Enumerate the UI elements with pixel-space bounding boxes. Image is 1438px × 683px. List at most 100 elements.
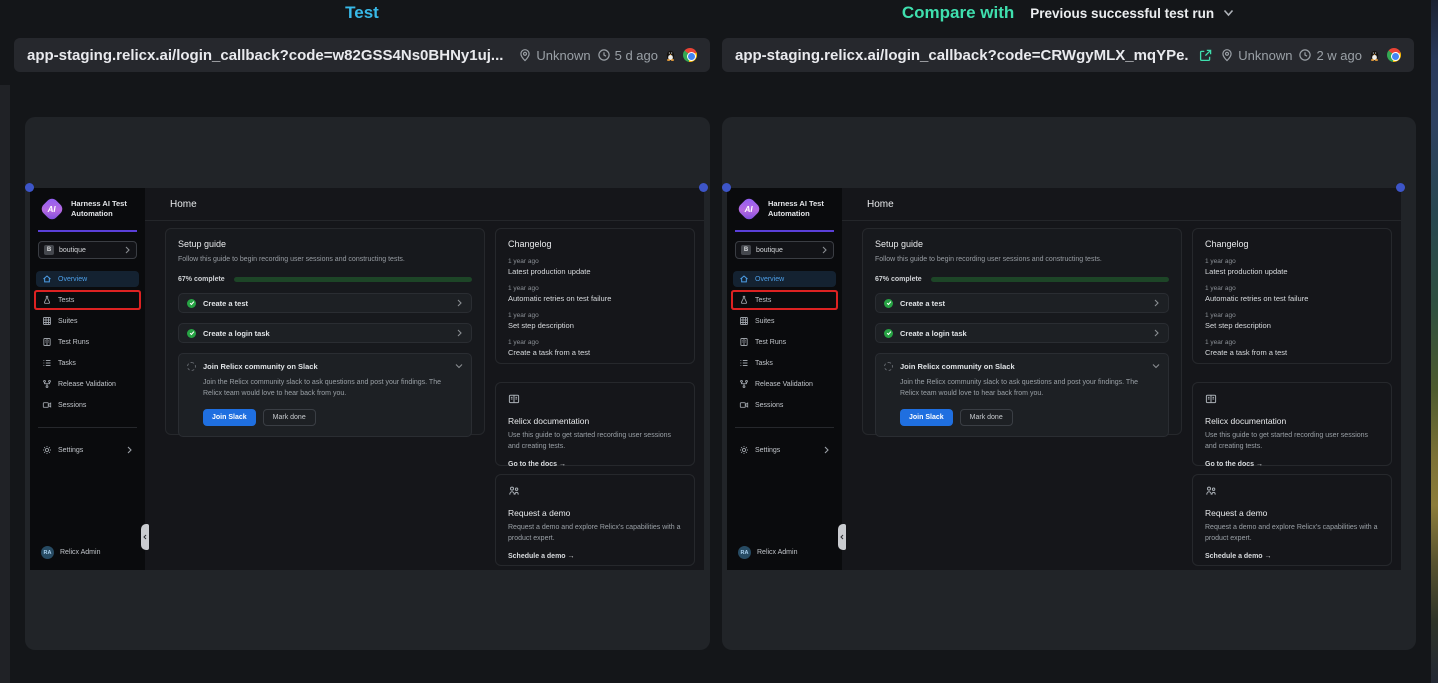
- setup-progress: 67% complete: [178, 276, 472, 283]
- test-url-meta: Unknown 5 d ago: [518, 48, 697, 63]
- documentation-description: Use this guide to get started recording …: [508, 431, 682, 453]
- setup-progress: 67% complete: [875, 276, 1169, 283]
- sidebar-section-divider: [735, 427, 834, 428]
- setup-item-create-login-task: Create a login task: [875, 323, 1169, 343]
- age-badge: 5 d ago: [597, 48, 658, 63]
- linux-os-icon: [664, 48, 677, 62]
- slack-item-description: Join the Relicx community slack to ask q…: [900, 378, 1158, 400]
- diff-region-handle[interactable]: [1396, 183, 1405, 192]
- slack-item-actions: Join Slack Mark done: [900, 409, 1160, 426]
- chevron-down-icon: [455, 363, 463, 370]
- branch-icon: [42, 379, 52, 389]
- project-badge: B: [741, 245, 751, 255]
- changelog-entry: 1 year ago Set step description: [1205, 312, 1379, 330]
- columns-icon: [42, 337, 52, 347]
- diff-region-handle[interactable]: [699, 183, 708, 192]
- changelog-card: Changelog 1 year ago Latest production u…: [495, 228, 695, 364]
- flask-icon: [739, 295, 749, 305]
- sidebar-collapse-handle: [141, 524, 149, 550]
- location-pin-icon: [1220, 48, 1234, 62]
- diff-region-handle[interactable]: [722, 183, 731, 192]
- chevron-down-icon: [1223, 9, 1234, 17]
- sidebar-item-tasks: Tasks: [733, 355, 836, 371]
- user-name: Relicx Admin: [757, 549, 797, 556]
- setup-guide-card: Setup guide Follow this guide to begin r…: [862, 228, 1182, 435]
- sidebar-divider: [735, 230, 834, 232]
- chevron-right-icon: [1153, 329, 1160, 337]
- go-to-docs-link: Go to the docs →: [1205, 461, 1379, 468]
- chevron-left-icon: [143, 534, 147, 540]
- flask-icon: [42, 295, 52, 305]
- external-link-icon[interactable]: [1199, 49, 1212, 62]
- left-column-header: Test: [14, 0, 710, 26]
- gear-icon: [42, 445, 52, 455]
- setup-item-join-slack: Join Relicx community on Slack Join the …: [178, 353, 472, 437]
- app-brand: AI Harness AI TestAutomation: [727, 188, 842, 226]
- documentation-description: Use this guide to get started recording …: [1205, 431, 1379, 453]
- project-name: boutique: [756, 247, 816, 254]
- changelog-entry: 1 year ago Create a task from a test: [1205, 339, 1379, 357]
- schedule-demo-link: Schedule a demo →: [1205, 553, 1379, 560]
- people-icon: [508, 484, 520, 501]
- changelog-card: Changelog 1 year ago Latest production u…: [1192, 228, 1392, 364]
- request-demo-card: Request a demo Request a demo and explor…: [495, 474, 695, 566]
- app-main: Home Setup guide Follow this guide to be…: [145, 188, 704, 570]
- video-icon: [42, 400, 52, 410]
- setup-item-create-test: Create a test: [875, 293, 1169, 313]
- right-column-header: Compare with Previous successful test ru…: [722, 0, 1414, 26]
- setup-guide-subtitle: Follow this guide to begin recording use…: [875, 256, 1169, 263]
- sidebar-item-suites: Suites: [36, 313, 139, 329]
- page-title: Home: [867, 199, 894, 210]
- chevron-left-icon: [840, 534, 844, 540]
- compare-url-bar[interactable]: app-staging.relicx.ai/login_callback?cod…: [722, 38, 1414, 72]
- task-list-icon: [42, 358, 52, 368]
- sidebar-divider: [38, 230, 137, 232]
- test-label: Test: [345, 3, 379, 23]
- sidebar-item-sessions: Sessions: [733, 397, 836, 413]
- app-brand: AI Harness AI TestAutomation: [30, 188, 145, 226]
- sidebar-section-divider: [38, 427, 137, 428]
- harness-logo-icon: AI: [39, 196, 64, 221]
- slack-item-actions: Join Slack Mark done: [203, 409, 463, 426]
- slack-item-header: Join Relicx community on Slack: [884, 362, 1160, 371]
- compare-captured-screenshot: AI Harness AI TestAutomation B boutique …: [727, 188, 1401, 570]
- page-title: Home: [170, 199, 197, 210]
- page-header: Home: [145, 188, 704, 221]
- setup-item-create-login-task: Create a login task: [178, 323, 472, 343]
- changelog-entry: 1 year ago Automatic retries on test fai…: [1205, 285, 1379, 303]
- test-screenshot-panel: AI Harness AI TestAutomation B boutique …: [25, 117, 710, 650]
- documentation-title: Relicx documentation: [1205, 416, 1379, 426]
- brand-name: Harness AI TestAutomation: [71, 199, 127, 220]
- harness-logo-icon: AI: [736, 196, 761, 221]
- progress-bar: [931, 277, 1169, 282]
- chrome-browser-icon: [683, 48, 697, 62]
- project-badge: B: [44, 245, 54, 255]
- columns-icon: [739, 337, 749, 347]
- request-demo-title: Request a demo: [508, 508, 682, 518]
- app-sidebar: AI Harness AI TestAutomation B boutique …: [727, 188, 842, 570]
- progress-label: 67% complete: [178, 276, 225, 283]
- sidebar-item-overview: Overview: [36, 271, 139, 287]
- location-pin-icon: [518, 48, 532, 62]
- documentation-title: Relicx documentation: [508, 416, 682, 426]
- book-icon: [1205, 392, 1217, 409]
- sidebar-item-release-validation: Release Validation: [36, 376, 139, 392]
- compare-run-selector[interactable]: Previous successful test run: [1030, 6, 1234, 21]
- chevron-right-icon: [456, 299, 463, 307]
- unchecked-circle-icon: [187, 362, 196, 371]
- age-badge: 2 w ago: [1298, 48, 1362, 63]
- grid-icon: [739, 316, 749, 326]
- diff-region-handle[interactable]: [25, 183, 34, 192]
- join-slack-button: Join Slack: [900, 409, 953, 426]
- user-account: RA Relicx Admin: [738, 546, 797, 559]
- test-url: app-staging.relicx.ai/login_callback?cod…: [27, 47, 503, 64]
- test-url-bar[interactable]: app-staging.relicx.ai/login_callback?cod…: [14, 38, 710, 72]
- setup-guide-subtitle: Follow this guide to begin recording use…: [178, 256, 472, 263]
- clock-icon: [597, 48, 611, 62]
- branch-icon: [739, 379, 749, 389]
- request-demo-card: Request a demo Request a demo and explor…: [1192, 474, 1392, 566]
- adjacent-screenshot-edge-right: [1431, 0, 1438, 683]
- relicx-app-screenshot: AI Harness AI TestAutomation B boutique …: [30, 188, 704, 570]
- relicx-app-screenshot: AI Harness AI TestAutomation B boutique …: [727, 188, 1401, 570]
- page-header: Home: [842, 188, 1401, 221]
